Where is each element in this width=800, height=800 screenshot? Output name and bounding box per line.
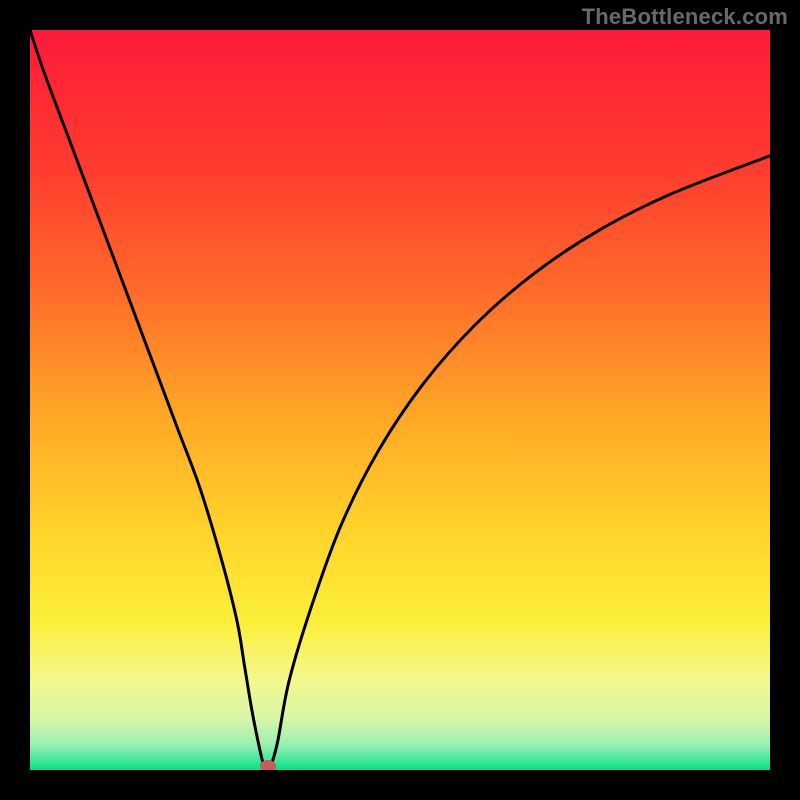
bottleneck-curve (30, 30, 770, 770)
watermark-text: TheBottleneck.com (582, 4, 788, 30)
plot-area (30, 30, 770, 770)
optimal-point-marker (260, 760, 276, 770)
chart-frame: TheBottleneck.com (0, 0, 800, 800)
